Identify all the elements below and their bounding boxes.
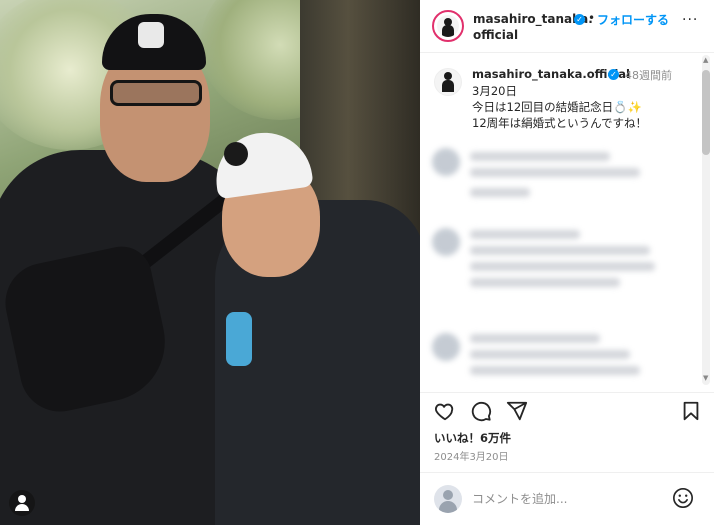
scroll-down-icon[interactable]: ▼ <box>703 374 708 382</box>
scroll-up-icon[interactable]: ▲ <box>703 56 708 64</box>
caption-text-line1: 今日は12回目の結婚記念日💍✨ <box>472 100 642 114</box>
follow-button[interactable]: フォローする <box>597 11 669 28</box>
post-photo[interactable] <box>0 0 420 525</box>
profile-avatar[interactable] <box>432 10 464 42</box>
emoji-icon[interactable] <box>672 487 694 509</box>
caption-text-line2: 12周年は絹婚式というんですね！ <box>472 116 648 130</box>
caption-timestamp[interactable]: 48週間前 <box>625 67 672 83</box>
cap-logo <box>224 142 248 166</box>
more-options-icon[interactable]: ··· <box>682 12 698 28</box>
like-count[interactable]: いいね！6万件 <box>434 430 511 446</box>
man-glasses <box>110 80 202 106</box>
cap-logo <box>138 22 164 48</box>
user-tag-icon[interactable] <box>9 490 35 516</box>
verified-badge-icon: ✓ <box>574 14 585 25</box>
verified-badge-icon: ✓ <box>608 69 619 80</box>
blurred-comments <box>432 148 702 388</box>
comment-icon[interactable] <box>470 400 492 422</box>
current-user-avatar <box>434 485 462 513</box>
post-date[interactable]: 2024年3月20日 <box>434 448 509 463</box>
comment-input[interactable]: コメントを追加... <box>472 490 567 507</box>
post-header: masahiro_tanaka. official ✓ • フォローする ··· <box>420 0 714 53</box>
caption-username[interactable]: masahiro_tanaka.official <box>472 67 630 81</box>
drink-bottle <box>226 312 252 366</box>
actions-divider <box>420 392 714 394</box>
share-icon[interactable] <box>506 400 528 422</box>
post-side-panel: masahiro_tanaka. official ✓ • フォローする ···… <box>420 0 714 525</box>
header-username-line2[interactable]: official <box>473 28 518 42</box>
instagram-post: masahiro_tanaka. official ✓ • フォローする ···… <box>0 0 714 525</box>
scrollbar-thumb[interactable] <box>702 70 710 155</box>
bookmark-icon[interactable] <box>680 400 702 422</box>
caption-date: 3月20日 <box>472 84 517 98</box>
heart-icon[interactable] <box>434 400 456 422</box>
caption-avatar[interactable] <box>434 68 462 96</box>
separator-dot: • <box>588 11 596 25</box>
